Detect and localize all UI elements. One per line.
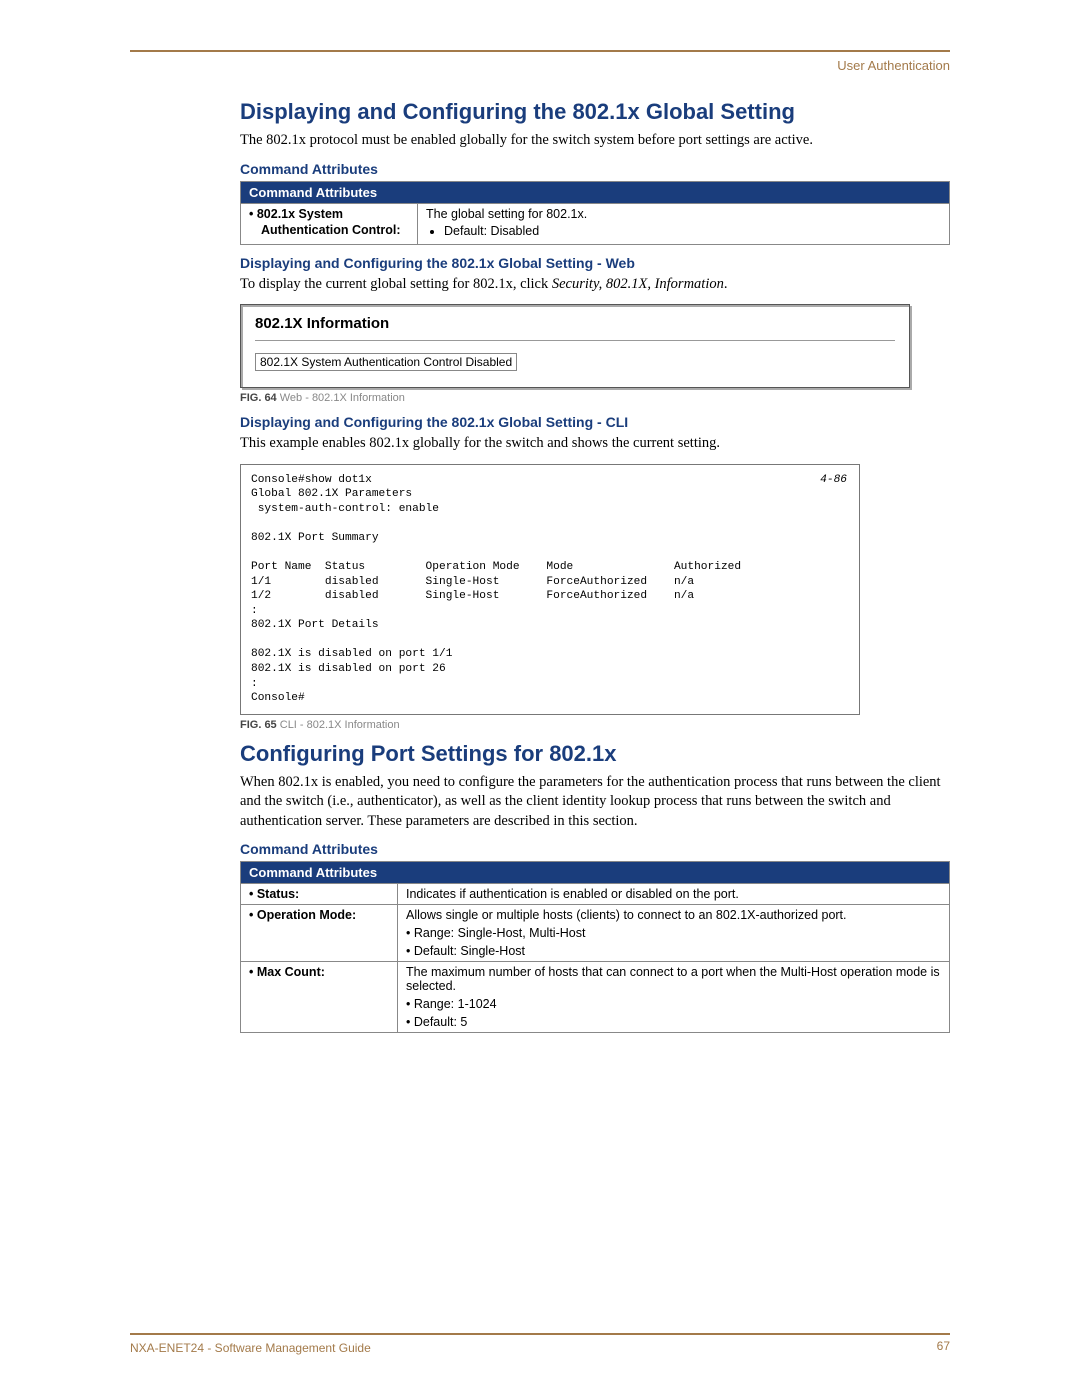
s2-r2-val: The maximum number of hosts that can con… [398,962,950,1033]
s2-r1-l2: • Default: Single-Host [406,944,941,958]
s1-table-bar: Command Attributes [241,181,950,203]
s2-r2-l2: • Default: 5 [406,1015,941,1029]
fig65-caption: FIG. 65 CLI - 802.1X Information [240,719,950,731]
fig64-hr [255,340,895,341]
section2-title: Configuring Port Settings for 802.1x [240,741,950,767]
table-row: • Max Count: The maximum number of hosts… [241,962,950,1033]
s1-row1-bullet: Default: Disabled [444,224,941,238]
s2-r0-val: Indicates if authentication is enabled o… [398,884,950,905]
s1-cli-heading: Displaying and Configuring the 802.1x Gl… [240,414,950,430]
s1-cli-para: This example enables 802.1x globally for… [240,434,950,454]
s1-attr-heading: Command Attributes [240,161,950,177]
s1-row1-desc-cell: The global setting for 802.1x. Default: … [418,203,950,244]
section2-intro: When 802.1x is enabled, you need to conf… [240,773,950,832]
fig64-title: 802.1X Information [255,315,895,332]
footer-rule [130,1333,950,1335]
s2-r1-l1: • Range: Single-Host, Multi-Host [406,926,941,940]
s1-web-p1: To display the current global setting fo… [240,276,552,292]
s2-r2-l0: The maximum number of hosts that can con… [406,965,941,993]
cli-text: Console#show dot1x Global 802.1X Paramet… [251,474,741,704]
s2-r1-key: • Operation Mode: [241,905,398,962]
s2-r0-key: • Status: [241,884,398,905]
header-section: User Authentication [130,58,950,73]
s2-r1-l0: Allows single or multiple hosts (clients… [406,908,941,922]
table-row: • Status: Indicates if authentication is… [241,884,950,905]
table-row: • Operation Mode: Allows single or multi… [241,905,950,962]
s1-web-para: To display the current global setting fo… [240,275,950,295]
s2-table-bar: Command Attributes [241,862,950,884]
fig64-field: 802.1X System Authentication Control Dis… [255,353,517,371]
fig64-caption: FIG. 64 Web - 802.1X Information [240,392,950,404]
s1-row1-key: • 802.1x System Authentication Control: [241,203,418,244]
fig64-cap-t: Web - 802.1X Information [277,392,405,404]
footer-page: 67 [937,1339,950,1353]
s1-web-p2: . [724,276,728,292]
s2-r1-val: Allows single or multiple hosts (clients… [398,905,950,962]
s1-row1-desc: The global setting for 802.1x. [426,207,941,221]
s2-r0-l0: Indicates if authentication is enabled o… [406,887,941,901]
section1-intro: The 802.1x protocol must be enabled glob… [240,131,950,151]
s1-row1-key-l1: • 802.1x System [249,207,409,221]
top-rule [130,50,950,52]
section1-title: Displaying and Configuring the 802.1x Gl… [240,99,950,125]
fig65-cap-b: FIG. 65 [240,719,277,731]
footer-doc: NXA-ENET24 - Software Management Guide [130,1341,371,1355]
fig64-box: 802.1X Information 802.1X System Authent… [240,304,910,388]
content: Displaying and Configuring the 802.1x Gl… [130,99,950,1033]
cli-page-ref: 4-86 [820,473,847,488]
s2-r2-key: • Max Count: [241,962,398,1033]
s2-r2-l1: • Range: 1-1024 [406,997,941,1011]
page: User Authentication Displaying and Confi… [0,0,1080,1397]
s2-attr-heading: Command Attributes [240,841,950,857]
fig65-cap-t: CLI - 802.1X Information [277,719,400,731]
s1-web-heading: Displaying and Configuring the 802.1x Gl… [240,255,950,271]
cli-output: 4-86 Console#show dot1x Global 802.1X Par… [240,464,860,715]
s1-attr-table: Command Attributes • 802.1x System Authe… [240,181,950,245]
s2-attr-table: Command Attributes • Status: Indicates i… [240,861,950,1033]
footer: NXA-ENET24 - Software Management Guide 6… [130,1333,950,1357]
fig64-cap-b: FIG. 64 [240,392,277,404]
s1-row1-key-l2: Authentication Control: [261,223,409,237]
s1-web-em: Security, 802.1X, Information [552,276,724,292]
